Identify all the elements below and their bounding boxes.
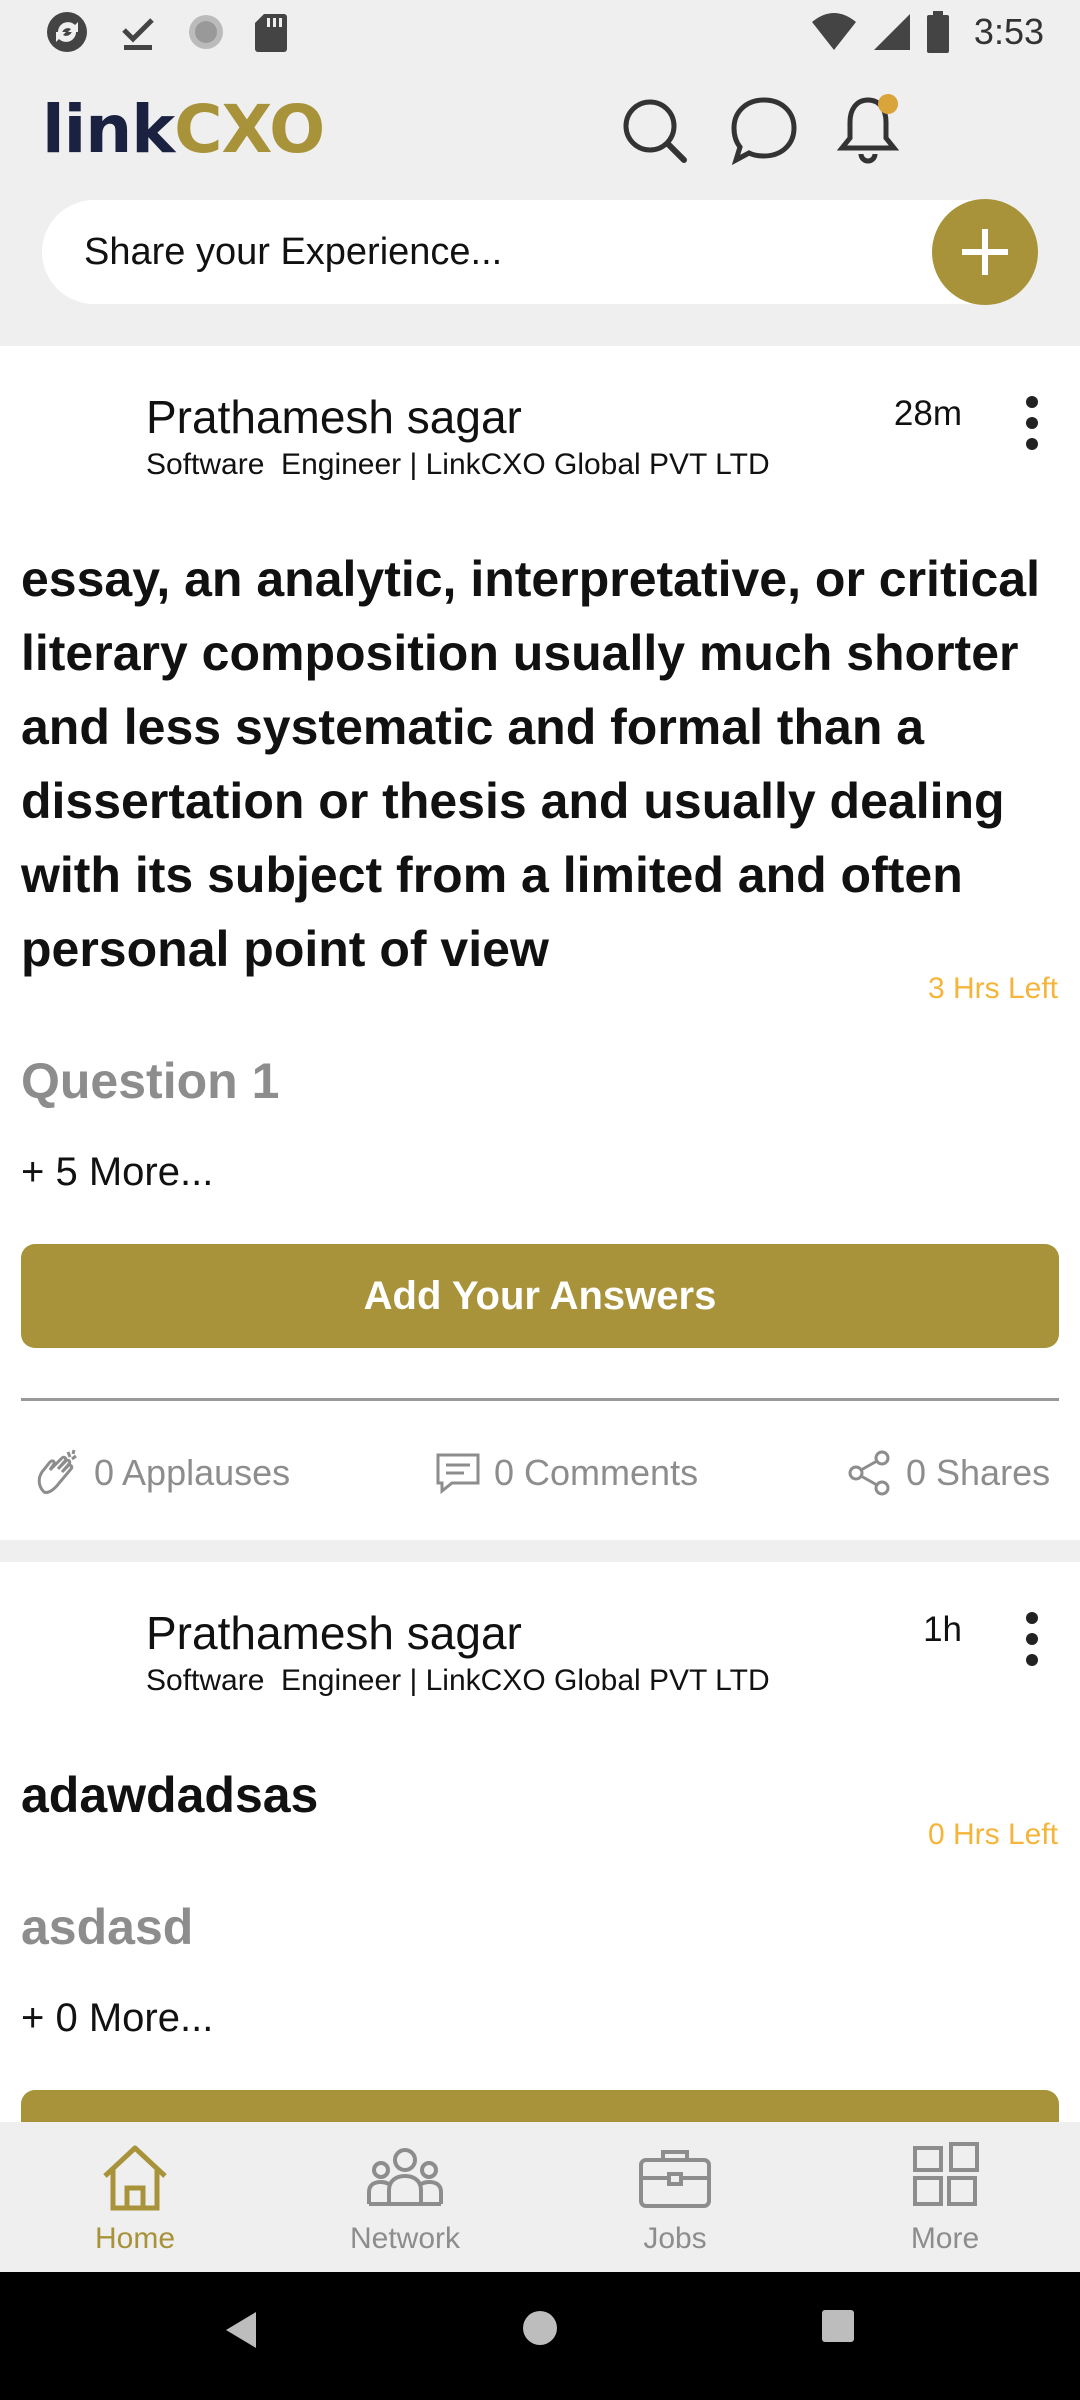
author-title: Software Engineer | LinkCXO Global PVT L… xyxy=(146,448,770,481)
applause-button[interactable]: 0 Applauses xyxy=(32,1448,290,1498)
question-title: Question 1 xyxy=(21,1053,280,1109)
divider xyxy=(21,1398,1059,1401)
logo-text-link: link xyxy=(42,90,175,168)
nav-jobs[interactable]: Jobs xyxy=(540,2122,810,2272)
share-icon xyxy=(848,1450,890,1496)
plus-icon xyxy=(962,229,1008,275)
network-icon xyxy=(367,2148,443,2206)
question-title: asdasd xyxy=(21,1899,194,1955)
nav-home[interactable]: Home xyxy=(0,2122,270,2272)
home-circle-icon[interactable] xyxy=(520,2308,560,2348)
system-navigation-bar xyxy=(0,2272,1080,2400)
post-options-icon[interactable] xyxy=(1024,1612,1040,1666)
linkcxo-logo[interactable]: link CXO xyxy=(42,84,325,174)
post-body: adawdadsas xyxy=(21,1767,319,1823)
add-post-button[interactable] xyxy=(932,199,1038,305)
feed-post: Prathamesh sagar Software Engineer | Lin… xyxy=(0,346,1080,1540)
sd-card-icon xyxy=(255,14,287,52)
share-placeholder: Share your Experience... xyxy=(84,230,503,273)
chat-icon[interactable] xyxy=(724,90,804,170)
nav-home-label: Home xyxy=(94,2222,176,2255)
time-left: 0 Hrs Left xyxy=(927,1818,1058,1851)
home-icon xyxy=(103,2145,167,2211)
post-time: 28m xyxy=(893,394,962,433)
recents-icon[interactable] xyxy=(820,2308,856,2344)
applause-icon xyxy=(37,1449,77,1494)
comments-count: 0 Comments xyxy=(494,1452,699,1493)
more-questions-link[interactable]: + 0 More... xyxy=(21,1996,213,2041)
sync-icon xyxy=(47,12,87,52)
post-body: essay, an analytic, interpretative, or c… xyxy=(21,551,1040,977)
nav-network-label: Network xyxy=(349,2222,461,2255)
post-time: 1h xyxy=(923,1610,962,1649)
nav-jobs-label: Jobs xyxy=(643,2222,707,2255)
feed-post: Prathamesh sagar Software Engineer | Lin… xyxy=(0,1562,1080,2122)
logo-text-cxo: CXO xyxy=(174,90,325,168)
author-name[interactable]: Prathamesh sagar xyxy=(146,1606,522,1660)
grid-icon xyxy=(913,2142,979,2206)
post-options-icon[interactable] xyxy=(1024,396,1040,450)
add-answers-button[interactable]: Add Your Answers xyxy=(21,1244,1059,1348)
battery-icon xyxy=(926,11,949,53)
search-icon[interactable] xyxy=(614,90,694,170)
author-name[interactable]: Prathamesh sagar xyxy=(146,390,522,444)
applause-count: 0 Applauses xyxy=(94,1452,291,1493)
nav-more-label: More xyxy=(910,2222,980,2255)
status-bar: 3:53 xyxy=(0,0,1080,64)
nav-network[interactable]: Network xyxy=(270,2122,540,2272)
shares-count: 0 Shares xyxy=(906,1452,1051,1493)
author-title: Software Engineer | LinkCXO Global PVT L… xyxy=(146,1664,770,1697)
briefcase-icon xyxy=(639,2150,711,2208)
add-answers-button[interactable] xyxy=(21,2090,1059,2122)
time-left: 3 Hrs Left xyxy=(927,972,1058,1005)
back-icon[interactable] xyxy=(222,2308,260,2352)
status-time: 3:53 xyxy=(973,11,1044,52)
comments-button[interactable]: 0 Comments xyxy=(434,1449,698,1497)
more-questions-link[interactable]: + 5 More... xyxy=(21,1150,213,1195)
download-done-icon xyxy=(122,18,154,50)
share-button[interactable]: 0 Shares xyxy=(846,1449,1050,1497)
notification-bell-icon[interactable] xyxy=(828,90,908,170)
nav-more[interactable]: More xyxy=(810,2122,1080,2272)
share-experience-input[interactable]: Share your Experience... xyxy=(42,199,1038,305)
cell-signal-icon xyxy=(873,14,910,50)
post-stats: 0 Applauses 0 Comments 0 Shares xyxy=(0,1438,1080,1508)
comment-icon xyxy=(436,1453,480,1495)
circle-icon xyxy=(189,15,223,49)
app-header: link CXO Share your Experience... xyxy=(0,64,1080,344)
bottom-navigation: Home Network Jobs More xyxy=(0,2122,1080,2272)
wifi-icon xyxy=(811,13,856,50)
